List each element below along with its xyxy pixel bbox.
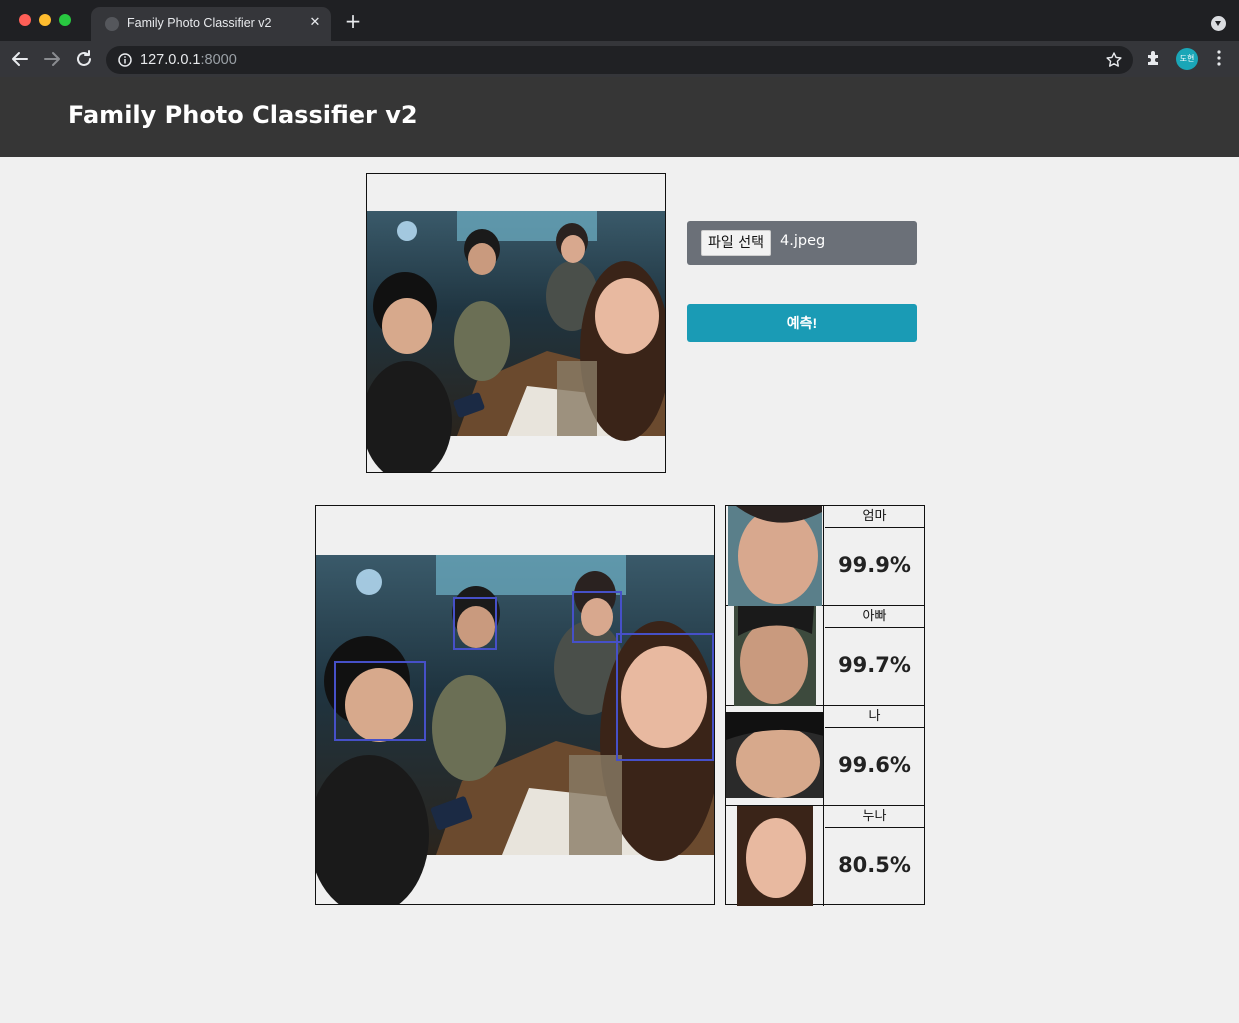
back-arrow-icon[interactable]	[9, 48, 31, 70]
face-thumbnail	[726, 806, 824, 906]
face-thumbnail	[726, 606, 824, 706]
window-maximize-button[interactable]	[59, 14, 71, 26]
face-thumbnail	[726, 506, 824, 606]
browser-tab-bar: Family Photo Classifier v2 ✕ +	[0, 0, 1239, 41]
face-label: 엄마	[825, 506, 924, 528]
new-tab-button[interactable]: +	[343, 11, 363, 31]
url-host: 127.0.0.1	[140, 52, 201, 68]
selected-file-name: 4.jpeg	[780, 233, 826, 249]
face-result-row: 나 99.6%	[726, 706, 924, 806]
annotated-photo	[316, 555, 714, 904]
face-result-row: 엄마 99.9%	[726, 506, 924, 606]
result-image	[315, 505, 715, 905]
predict-button[interactable]: 예측!	[687, 304, 917, 342]
url-text: 127.0.0.1:8000	[140, 52, 237, 68]
address-bar[interactable]: 127.0.0.1:8000	[106, 46, 1133, 74]
browser-tab[interactable]: Family Photo Classifier v2 ✕	[91, 7, 331, 41]
tab-title: Family Photo Classifier v2	[127, 16, 272, 30]
forward-arrow-icon[interactable]	[41, 48, 63, 70]
reload-icon[interactable]	[73, 48, 95, 70]
face-probability: 99.7%	[838, 653, 911, 677]
profile-avatar[interactable]: 도현	[1176, 48, 1198, 70]
window-close-button[interactable]	[19, 14, 31, 26]
face-result-row: 아빠 99.7%	[726, 606, 924, 706]
file-input[interactable]: 파일 선택 4.jpeg	[687, 221, 917, 265]
uploaded-image-preview	[366, 173, 666, 473]
tab-search-icon[interactable]	[1211, 16, 1226, 31]
window-minimize-button[interactable]	[39, 14, 51, 26]
face-label: 아빠	[825, 606, 924, 628]
globe-icon	[105, 17, 119, 31]
app-header: Family Photo Classifier v2	[0, 77, 1239, 157]
face-label: 누나	[825, 806, 924, 828]
face-results-table: 엄마 99.9% 아빠 99.7% 나 99.6% 누나 80.5%	[725, 505, 925, 906]
photo-image	[367, 211, 665, 472]
choose-file-button[interactable]: 파일 선택	[701, 230, 771, 256]
bookmark-star-icon[interactable]	[1105, 51, 1123, 69]
info-icon[interactable]	[118, 53, 132, 67]
tab-close-icon[interactable]: ✕	[307, 15, 323, 31]
face-probability: 80.5%	[838, 853, 911, 877]
face-probability: 99.9%	[838, 553, 911, 577]
browser-menu-icon[interactable]	[1212, 49, 1226, 67]
url-port: :8000	[200, 52, 237, 68]
browser-toolbar: 127.0.0.1:8000	[0, 41, 1239, 77]
face-probability: 99.6%	[838, 753, 911, 777]
face-result-row: 누나 80.5%	[726, 806, 924, 906]
page-title: Family Photo Classifier v2	[68, 101, 418, 129]
extensions-puzzle-icon[interactable]	[1145, 49, 1163, 67]
face-thumbnail	[726, 706, 824, 806]
face-label: 나	[825, 706, 924, 728]
